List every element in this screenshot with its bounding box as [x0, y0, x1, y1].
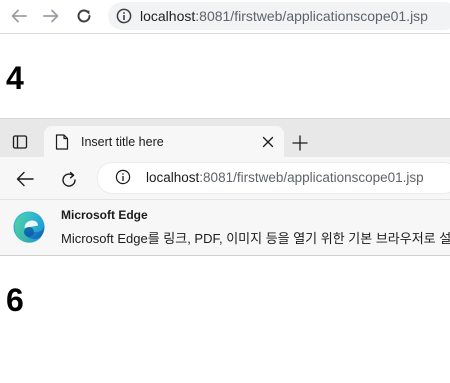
- edge-url-text: localhost:8081/firstweb/applicationscope…: [146, 170, 424, 185]
- edge-logo-icon: [13, 211, 45, 243]
- back-button[interactable]: [8, 6, 30, 26]
- back-arrow-icon: [16, 171, 34, 187]
- default-browser-notice: Microsoft Edge Microsoft Edge를 링크, PDF, …: [0, 199, 450, 256]
- notice-title: Microsoft Edge: [61, 208, 148, 222]
- url-text: localhost:8081/firstweb/applicationscope…: [140, 8, 428, 24]
- edge-browser-window: Insert title here localhost:8081/firstwe…: [0, 118, 450, 256]
- reload-icon: [77, 9, 91, 23]
- tab-actions-icon[interactable]: [12, 134, 28, 150]
- edge-back-button[interactable]: [15, 170, 35, 188]
- edge-toolbar: localhost:8081/firstweb/applicationscope…: [0, 157, 450, 199]
- edge-address-bar[interactable]: localhost:8081/firstweb/applicationscope…: [97, 162, 450, 194]
- tab-strip: Insert title here: [0, 118, 450, 158]
- edge-url-path: :8081/firstweb/applicationscope01.jsp: [199, 170, 424, 185]
- back-arrow-icon: [11, 9, 27, 23]
- edge-refresh-button[interactable]: [59, 170, 79, 188]
- plus-icon[interactable]: [292, 135, 308, 151]
- address-bar[interactable]: localhost:8081/firstweb/applicationscope…: [108, 2, 450, 30]
- browser-toolbar: localhost:8081/firstweb/applicationscope…: [0, 0, 450, 33]
- second-value: 6: [6, 282, 24, 318]
- edge-url-host: localhost: [146, 170, 200, 185]
- info-icon[interactable]: [116, 8, 132, 24]
- toolbar-divider: [0, 33, 450, 34]
- tab-active[interactable]: Insert title here: [44, 126, 284, 158]
- info-icon[interactable]: [115, 169, 131, 185]
- reload-button[interactable]: [73, 6, 95, 26]
- url-host: localhost: [140, 8, 196, 24]
- tab-title: Insert title here: [81, 135, 164, 149]
- first-value: 4: [6, 60, 24, 96]
- forward-arrow-icon: [43, 9, 59, 23]
- forward-button[interactable]: [40, 6, 62, 26]
- url-path: :8081/firstweb/applicationscope01.jsp: [195, 8, 428, 24]
- reload-icon: [62, 171, 76, 187]
- page-icon: [55, 134, 69, 150]
- close-icon[interactable]: [262, 136, 274, 148]
- notice-message: Microsoft Edge를 링크, PDF, 이미지 등을 열기 위한 기본…: [61, 231, 450, 246]
